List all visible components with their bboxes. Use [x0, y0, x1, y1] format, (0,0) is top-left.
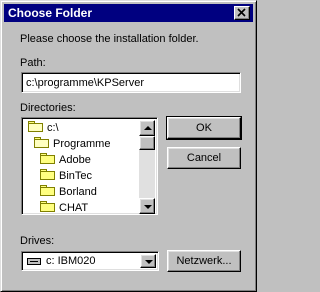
directories-scrollbar[interactable] — [139, 120, 155, 214]
open-folder-icon — [28, 121, 43, 132]
directory-item-chat[interactable]: CHAT — [40, 200, 88, 214]
cancel-button[interactable]: Cancel — [167, 147, 241, 169]
scroll-down-button[interactable] — [139, 198, 155, 214]
close-button[interactable] — [234, 6, 250, 20]
directories-listbox[interactable]: c:\ Programme Adobe BinTec Borland CHAT — [21, 117, 158, 215]
chevron-down-icon — [145, 260, 153, 264]
network-button[interactable]: Netzwerk... — [167, 250, 241, 272]
directory-item-root[interactable]: c:\ — [28, 120, 59, 136]
drives-label: Drives: — [20, 235, 55, 247]
folder-icon — [40, 153, 55, 164]
scroll-up-button[interactable] — [139, 120, 155, 136]
close-icon — [237, 8, 246, 17]
hard-drive-icon — [27, 258, 41, 265]
open-folder-icon — [34, 137, 49, 148]
choose-folder-dialog: Choose Folder Please choose the installa… — [0, 0, 257, 292]
drives-dropdown-button[interactable] — [140, 254, 156, 268]
scroll-thumb[interactable] — [139, 136, 155, 150]
path-input[interactable] — [21, 72, 241, 93]
folder-icon — [40, 169, 55, 180]
directory-item-programme[interactable]: Programme — [34, 136, 110, 152]
ok-button[interactable]: OK — [166, 116, 242, 140]
directories-label: Directories: — [20, 102, 76, 114]
path-label: Path: — [20, 57, 46, 69]
folder-icon — [40, 201, 55, 212]
arrow-up-icon — [144, 126, 152, 130]
dialog-title: Choose Folder — [8, 6, 93, 20]
directory-item-adobe[interactable]: Adobe — [40, 152, 91, 168]
title-bar[interactable]: Choose Folder — [4, 4, 253, 22]
drives-dropdown[interactable]: c: IBM020 — [21, 251, 159, 271]
instruction-text: Please choose the installation folder. — [20, 33, 199, 45]
directory-item-bintec[interactable]: BinTec — [40, 168, 92, 184]
directory-item-borland[interactable]: Borland — [40, 184, 97, 200]
folder-icon — [40, 185, 55, 196]
arrow-down-icon — [144, 205, 152, 209]
drive-selected-value: c: IBM020 — [46, 255, 96, 267]
